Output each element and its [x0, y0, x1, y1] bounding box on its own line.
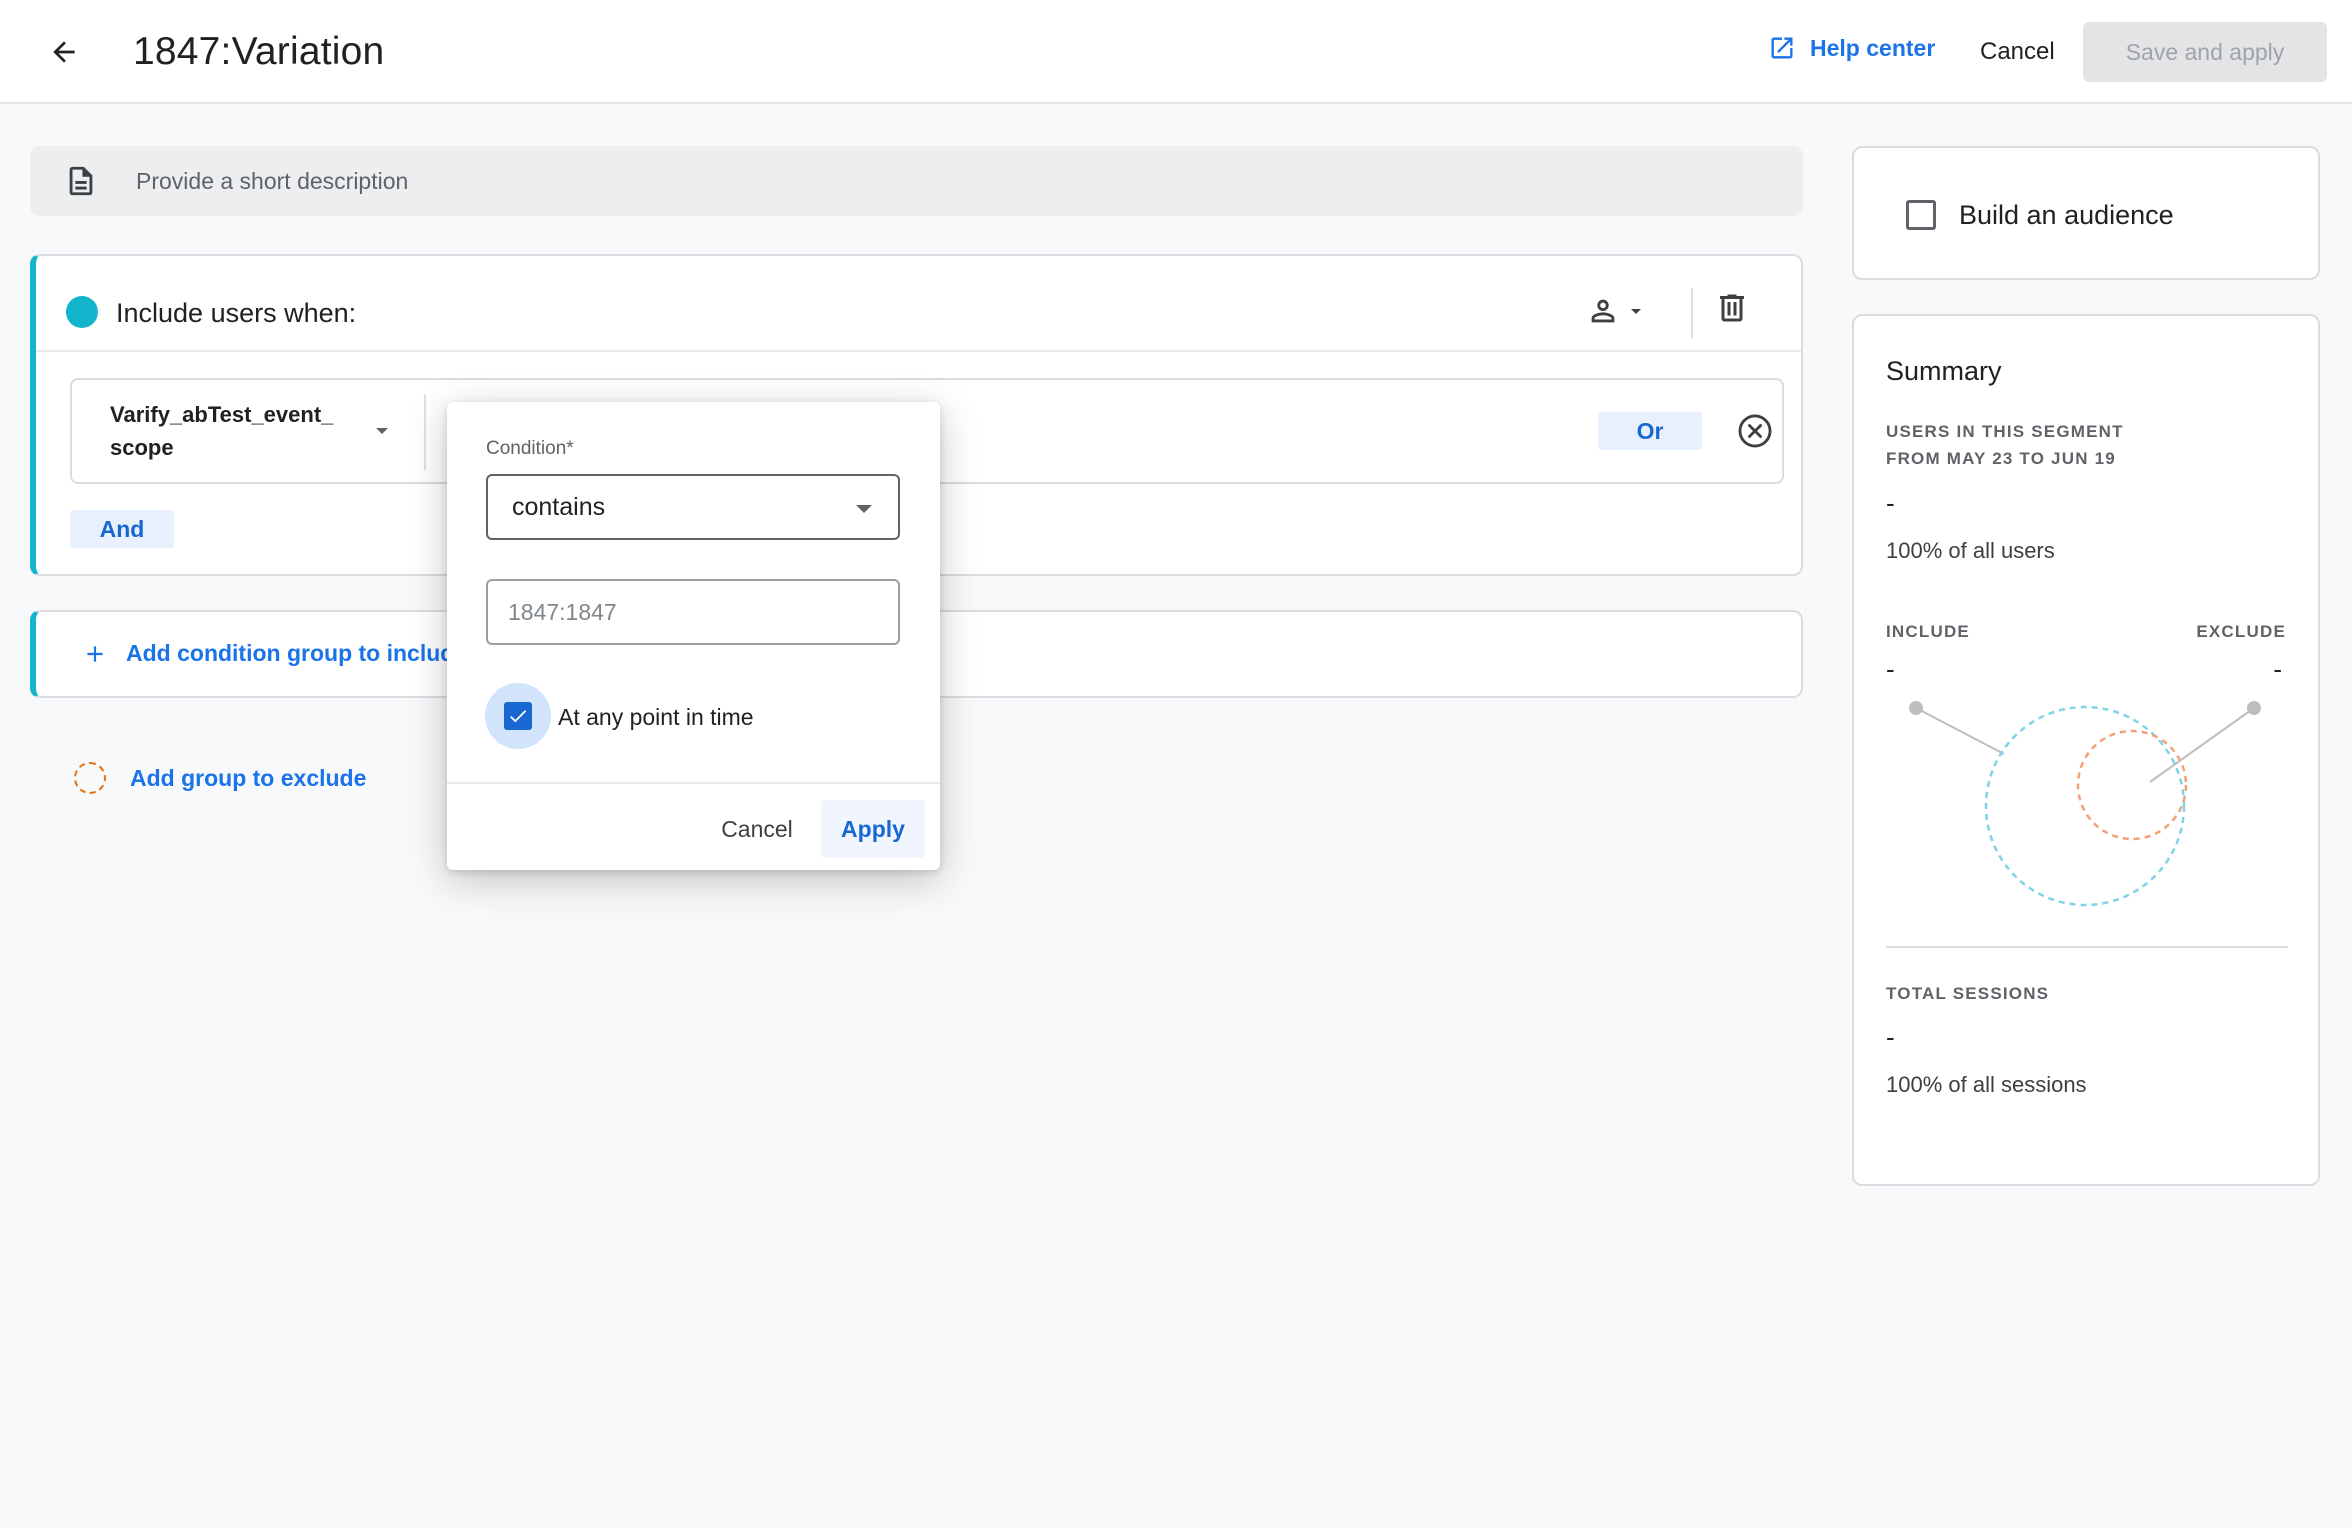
summary-title: Summary: [1886, 356, 2002, 386]
summary-divider: [1886, 946, 2288, 948]
popup-apply-button[interactable]: Apply: [821, 800, 925, 858]
help-center-link[interactable]: Help center: [1768, 34, 1935, 62]
include-group-title: Include users when:: [116, 298, 357, 328]
exclude-label: EXCLUDE: [2196, 622, 2286, 641]
exclude-leader-line: [2149, 707, 2255, 783]
plus-icon: [87, 645, 103, 662]
person-icon: [1591, 299, 1615, 323]
popup-divider: [447, 782, 940, 784]
any-point-in-time-label: At any point in time: [558, 704, 754, 730]
condition-select-value: contains: [512, 492, 606, 521]
document-icon: [64, 162, 98, 200]
dimension-selector[interactable]: Varify_abTest_event_ scope: [110, 398, 334, 464]
sessions-value: -: [1886, 1022, 1895, 1052]
popup-cancel-button[interactable]: Cancel: [709, 800, 805, 858]
users-label-line2: FROM MAY 23 TO JUN 19: [1886, 449, 2116, 468]
caret-down-icon: [856, 505, 872, 513]
build-audience-label: Build an audience: [1959, 200, 2174, 230]
condition-popup: Condition* contains At any point in time…: [447, 402, 940, 870]
add-exclude-group-button[interactable]: Add group to exclude: [74, 762, 366, 794]
exclude-circle: [2076, 729, 2188, 841]
add-exclude-label: Add group to exclude: [130, 764, 367, 791]
remove-condition-button[interactable]: [1736, 412, 1774, 450]
exclude-value: -: [2273, 654, 2282, 684]
arrow-back-icon: [53, 41, 75, 63]
users-percent: 100% of all users: [1886, 538, 2055, 563]
users-value: -: [1886, 488, 1895, 518]
save-and-apply-button[interactable]: Save and apply: [2083, 22, 2327, 82]
any-point-in-time-checkbox[interactable]: [485, 683, 551, 749]
cancel-button[interactable]: Cancel: [1968, 24, 2067, 80]
condition-value-input[interactable]: [486, 579, 900, 645]
build-audience-checkbox[interactable]: [1906, 200, 1936, 230]
venn-diagram: [1909, 701, 2261, 907]
add-condition-group-label: Add condition group to includ: [126, 640, 455, 666]
include-leader-line: [1915, 707, 2005, 755]
build-audience-card: Build an audience: [1852, 146, 2320, 280]
dashed-circle-icon: [74, 762, 106, 794]
trash-icon: [1720, 294, 1744, 322]
description-placeholder: Provide a short description: [136, 167, 409, 194]
dimension-divider: [424, 394, 426, 470]
users-label-line1: USERS IN THIS SEGMENT: [1886, 422, 2124, 441]
include-indicator-dot: [66, 296, 98, 328]
top-header: 1847:Variation Help center Cancel Save a…: [0, 0, 2352, 104]
delete-group-button[interactable]: [1714, 290, 1750, 326]
users-in-segment-label: USERS IN THIS SEGMENT FROM MAY 23 TO JUN…: [1886, 418, 2124, 472]
summary-card: Summary USERS IN THIS SEGMENT FROM MAY 2…: [1852, 314, 2320, 1186]
condition-select[interactable]: contains: [486, 474, 900, 540]
dimension-caret-icon[interactable]: [376, 428, 388, 434]
and-button[interactable]: And: [70, 510, 174, 548]
include-value: -: [1886, 654, 1895, 684]
include-label: INCLUDE: [1886, 622, 1970, 641]
checkbox-checked-icon: [504, 702, 532, 730]
help-center-label: Help center: [1810, 34, 1936, 61]
sessions-percent: 100% of all sessions: [1886, 1072, 2087, 1097]
back-button[interactable]: [40, 28, 88, 76]
caret-down-icon: [1631, 309, 1641, 314]
open-in-new-icon: [1771, 37, 1793, 59]
total-sessions-label: TOTAL SESSIONS: [1886, 984, 2050, 1003]
header-divider: [1691, 288, 1693, 338]
or-button[interactable]: Or: [1598, 412, 1702, 450]
close-circle-icon: [1738, 414, 1772, 448]
condition-label: Condition*: [486, 438, 574, 459]
scope-selector[interactable]: [1586, 294, 1648, 328]
add-condition-group-button[interactable]: Add condition group to includ: [82, 640, 454, 667]
include-leader-dot: [1909, 701, 1923, 715]
dimension-name-line2: scope: [110, 435, 174, 460]
description-field[interactable]: Provide a short description: [30, 146, 1803, 216]
exclude-leader-dot: [2247, 701, 2261, 715]
include-group-header: Include users when:: [36, 256, 1801, 352]
dimension-name-line1: Varify_abTest_event_: [110, 402, 334, 427]
page-title: 1847:Variation: [133, 30, 385, 73]
